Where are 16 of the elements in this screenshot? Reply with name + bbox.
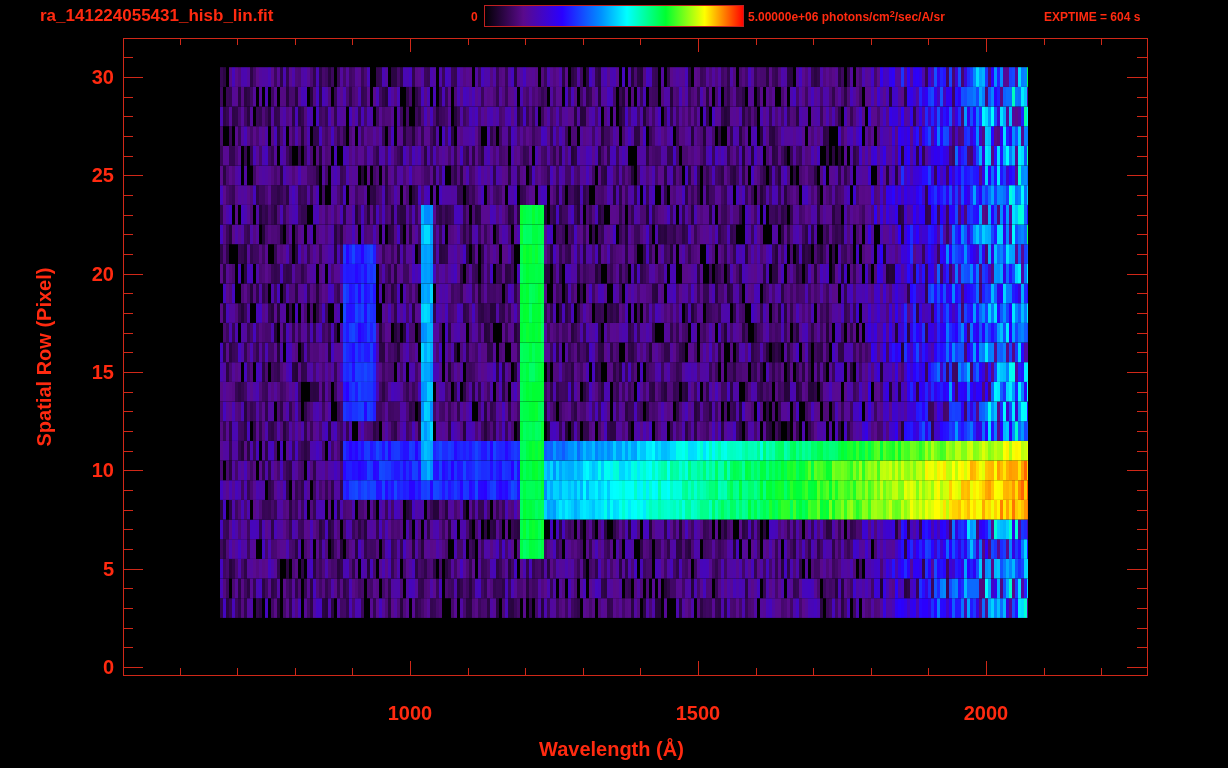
y-tick-label: 10	[90, 459, 114, 482]
y-tick-label: 5	[101, 557, 114, 580]
exposure-time: EXPTIME = 604 s	[1044, 10, 1141, 24]
colorbar-min-label: 0	[471, 10, 478, 24]
x-tick-label: 1000	[386, 702, 434, 724]
x-axis-label: Wavelength (Å)	[539, 737, 684, 761]
colorbar-max-label: 5.00000e+06 photons/cm$^{2}$/sec/A/sr	[748, 10, 945, 24]
y-axis-label: Spatial Row (Pixel)	[32, 267, 56, 447]
y-tick-label: 25	[90, 164, 114, 187]
file-name: ra_141224055431_hisb_lin.fit	[40, 6, 274, 26]
x-tick-label: 1500	[674, 702, 722, 724]
y-tick-label: 20	[90, 262, 114, 285]
y-tick-label: 0	[101, 656, 114, 678]
x-tick-label: 2000	[962, 702, 1010, 724]
y-tick-label: 15	[90, 361, 114, 383]
y-tick-label: 30	[90, 66, 114, 88]
